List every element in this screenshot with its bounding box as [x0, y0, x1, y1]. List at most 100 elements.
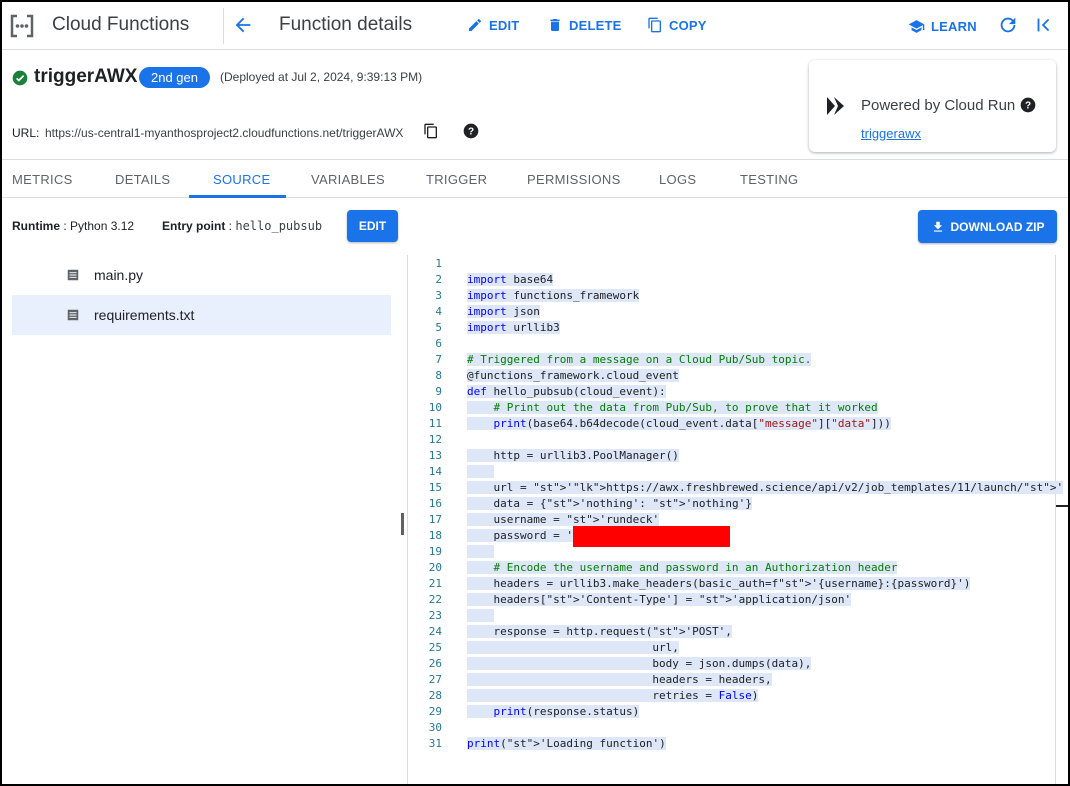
code-line: url = "st">'"lk">https://awx.freshbrewed…: [467, 481, 1064, 494]
code-line: username = "st">'rundeck': [467, 513, 660, 526]
code-line: [467, 465, 494, 478]
tab-logs[interactable]: LOGS: [659, 172, 696, 187]
refresh-icon[interactable]: [997, 14, 1019, 36]
line-number: 6: [435, 337, 442, 350]
file-item-requirements-txt[interactable]: requirements.txt: [12, 295, 391, 335]
code-line: [467, 609, 494, 622]
check-circle-icon: [12, 70, 28, 86]
code-line: [467, 545, 494, 558]
code-line: retries = False): [467, 689, 759, 702]
code-line: print(base64.b64decode(cloud_event.data[…: [467, 417, 891, 430]
generation-badge: 2nd gen: [139, 67, 210, 88]
trash-icon: [550, 19, 560, 31]
line-number: 5: [435, 321, 442, 334]
tab-metrics[interactable]: METRICS: [12, 172, 73, 187]
file-icon: [67, 269, 79, 281]
copy-icon: [648, 17, 661, 33]
code-line: @functions_framework.cloud_event: [467, 369, 679, 382]
tab-details[interactable]: DETAILS: [115, 172, 170, 187]
code-line: url,: [467, 641, 679, 654]
line-number: 7: [435, 353, 442, 366]
code-line: import base64: [467, 273, 554, 286]
tab-source[interactable]: SOURCE: [213, 172, 270, 187]
school-cap-icon: [908, 20, 925, 33]
delete-label: DELETE: [569, 17, 622, 33]
copy-icon[interactable]: [423, 123, 439, 139]
line-number: 30: [428, 721, 442, 734]
code-line: headers = headers,: [467, 673, 772, 686]
entry-point-info: Entry point : hello_pubsub: [162, 219, 323, 233]
scroll-marker: [1056, 505, 1068, 507]
code-line: print("st">'Loading function'): [467, 737, 666, 750]
app-window: Cloud Functions Function details EDIT DE…: [0, 0, 1070, 786]
line-number: 10: [428, 401, 442, 414]
entry-point-value: hello_pubsub: [235, 219, 323, 233]
url-label: URL:: [12, 126, 40, 140]
code-line: headers["st">'Content-Type'] = "st">'app…: [467, 593, 852, 606]
edit-source-button[interactable]: EDIT: [347, 210, 398, 242]
cloud-functions-logo-icon: [10, 14, 34, 38]
line-number: 26: [428, 657, 442, 670]
help-icon[interactable]: ?: [463, 123, 479, 139]
divider: [223, 8, 224, 44]
line-number: 24: [428, 625, 442, 638]
pencil-icon: [469, 18, 481, 31]
function-url: https://us-central1-myanthosproject2.clo…: [45, 126, 404, 140]
line-number: 25: [428, 641, 442, 654]
line-number: 29: [428, 705, 442, 718]
resize-handle[interactable]: [401, 513, 404, 535]
line-number: 21: [428, 577, 442, 590]
cloud-run-logo-icon: [827, 97, 844, 115]
tab-bar: METRICS DETAILS SOURCE VARIABLES TRIGGER…: [2, 159, 1068, 198]
line-number: 1: [435, 257, 442, 270]
line-number: 23: [428, 609, 442, 622]
line-number: 19: [428, 545, 442, 558]
top-bar: Cloud Functions Function details EDIT DE…: [2, 2, 1068, 50]
download-icon: [933, 221, 942, 232]
file-name: requirements.txt: [94, 307, 195, 323]
line-number: 20: [428, 561, 442, 574]
code-line: def hello_pubsub(cloud_event):: [467, 385, 666, 398]
line-number: 28: [428, 689, 442, 702]
cloud-run-service-link[interactable]: triggerawx: [861, 126, 921, 141]
svg-text:?: ?: [468, 126, 474, 137]
line-number: 8: [435, 369, 442, 382]
runtime-info: Runtime : Python 3.12: [12, 219, 134, 233]
learn-button[interactable]: LEARN: [908, 18, 977, 35]
code-line: # Triggered from a message on a Cloud Pu…: [467, 353, 812, 366]
cloud-run-card: Powered by Cloud Run ? triggerawx: [809, 60, 1056, 152]
back-arrow-icon[interactable]: [232, 14, 254, 36]
svg-text:?: ?: [1025, 100, 1031, 111]
file-icon: [67, 309, 79, 321]
page-title: Function details: [279, 14, 413, 35]
download-zip-button[interactable]: DOWNLOAD ZIP: [918, 210, 1057, 243]
tab-permissions[interactable]: PERMISSIONS: [527, 172, 621, 187]
code-line: import functions_framework: [467, 289, 640, 302]
line-number: 27: [428, 673, 442, 686]
tab-variables[interactable]: VARIABLES: [311, 172, 385, 187]
learn-label: LEARN: [931, 19, 977, 34]
copy-label: COPY: [669, 17, 707, 33]
edit-function-button[interactable]: EDIT: [467, 17, 519, 33]
line-number: 18: [428, 529, 442, 542]
delete-function-button[interactable]: DELETE: [547, 17, 621, 33]
file-item-main-py[interactable]: main.py: [12, 255, 391, 295]
tab-testing[interactable]: TESTING: [740, 172, 798, 187]
code-editor[interactable]: 1 2 import base64 3 import functions_framewo…: [408, 255, 1064, 784]
code-line: password = ': [467, 529, 573, 542]
line-number: 11: [428, 417, 442, 430]
line-number: 15: [428, 481, 442, 494]
runtime-label: Runtime: [12, 219, 60, 233]
file-name: main.py: [94, 267, 144, 283]
code-line: headers = urllib3.make_headers(basic_aut…: [467, 577, 971, 590]
line-number: 12: [428, 433, 442, 446]
collapse-panel-icon[interactable]: [1033, 14, 1055, 36]
help-icon[interactable]: ?: [1020, 97, 1036, 113]
line-number: 3: [435, 289, 442, 302]
copy-function-button[interactable]: COPY: [647, 17, 707, 33]
entry-point-label: Entry point: [162, 219, 226, 233]
line-number: 17: [428, 513, 442, 526]
cloud-run-title: Powered by Cloud Run: [861, 97, 1016, 114]
tab-trigger[interactable]: TRIGGER: [426, 172, 487, 187]
code-line: # Encode the username and password in an…: [467, 561, 898, 574]
